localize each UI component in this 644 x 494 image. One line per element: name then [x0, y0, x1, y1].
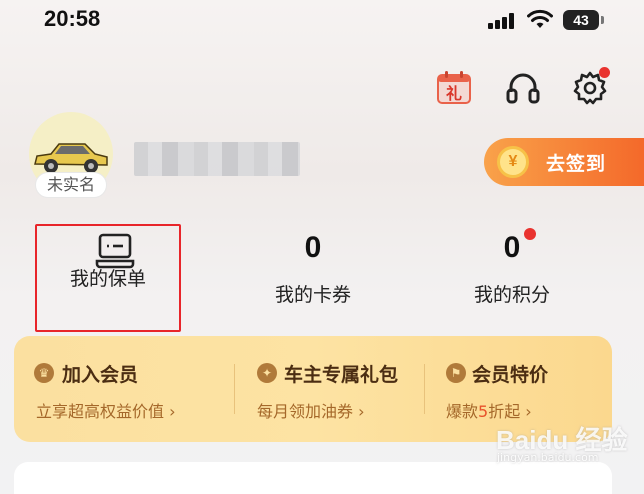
gift-bag-icon: ✦ [257, 363, 277, 383]
my-points-entry[interactable]: 0 我的积分 [442, 228, 582, 307]
discount-number: 5 [478, 402, 489, 421]
flag-icon: ⚑ [446, 363, 466, 383]
member-price-subtitle[interactable]: 爆款5折起 › [446, 398, 532, 422]
svg-text:礼: 礼 [446, 84, 462, 103]
crown-icon: ♛ [34, 363, 54, 383]
verify-status-badge[interactable]: 未实名 [35, 172, 107, 198]
watermark-url: jingyan.baidu.com [497, 451, 599, 464]
join-member-title[interactable]: 加入会员 [62, 360, 138, 387]
blurred-username [134, 142, 300, 176]
my-coupons-entry[interactable]: 0 我的卡券 [243, 228, 383, 307]
owner-gift-title[interactable]: 车主专属礼包 [284, 360, 398, 387]
wifi-icon [527, 9, 553, 28]
subtitle-suffix: 折起 › [488, 402, 532, 421]
battery-icon: 43 [563, 10, 599, 30]
member-price-title[interactable]: 会员特价 [472, 360, 548, 387]
subtitle-prefix: 爆款 [446, 402, 479, 421]
coin-icon: ¥ [497, 146, 529, 178]
battery-level: 43 [573, 12, 589, 28]
headset-icon[interactable] [505, 70, 541, 106]
status-bar: 20:58 43 [0, 0, 644, 44]
divider [234, 364, 235, 414]
settings-notification-dot [599, 67, 610, 78]
divider [424, 364, 425, 414]
points-notification-dot [524, 228, 536, 240]
join-member-subtitle[interactable]: 立享超高权益价值 › [36, 398, 176, 422]
battery-tip [601, 16, 604, 24]
content-card [14, 462, 612, 494]
owner-gift-subtitle[interactable]: 每月领加油券 › [257, 398, 365, 422]
checkin-label[interactable]: 去签到 [546, 149, 606, 176]
points-count: 0 [503, 231, 521, 264]
gift-calendar-icon[interactable]: 礼 [437, 70, 471, 104]
cellular-signal-icon [488, 13, 518, 29]
status-time: 20:58 [44, 6, 101, 31]
points-label: 我的积分 [473, 284, 550, 306]
coupons-count: 0 [304, 231, 322, 264]
coupons-label: 我的卡券 [274, 284, 351, 306]
highlight-box [35, 224, 181, 332]
